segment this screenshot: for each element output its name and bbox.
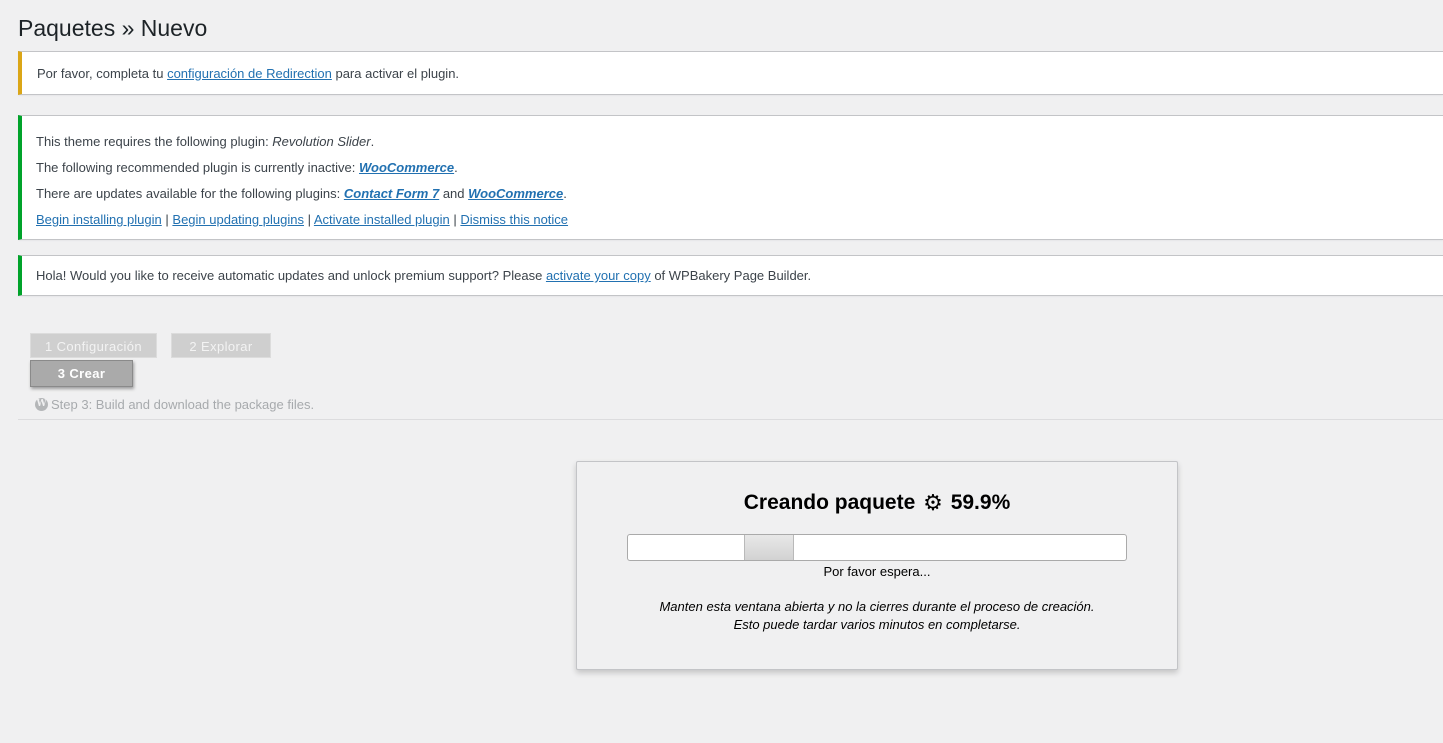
page-title: Paquetes » Nuevo — [18, 15, 208, 41]
plugin-requirements-notice: This theme requires the following plugin… — [18, 115, 1443, 240]
link-separator: | — [453, 212, 457, 227]
required-plugin-line: This theme requires the following plugin… — [36, 132, 1443, 152]
recommended-plugin-line: The following recommended plugin is curr… — [36, 158, 1443, 178]
redirection-notice-prefix: Por favor, completa tu — [37, 66, 168, 81]
link-separator: | — [307, 212, 311, 227]
plugin-updates-suffix: . — [563, 186, 567, 201]
woocommerce-recommended-link[interactable]: WooCommerce — [359, 160, 454, 175]
link-separator: | — [165, 212, 169, 227]
progress-indicator — [744, 535, 794, 560]
redirection-notice: Por favor, completa tu configuración de … — [18, 51, 1443, 95]
step-crear-active: 3 Crear — [30, 360, 133, 387]
dismiss-notice-link[interactable]: Dismiss this notice — [460, 212, 568, 227]
gear-icon: ⚙ — [923, 490, 943, 515]
plugin-updates-line: There are updates available for the foll… — [36, 184, 1443, 204]
required-plugin-suffix: . — [370, 134, 375, 149]
recommended-plugin-suffix: . — [454, 160, 458, 175]
redirection-notice-text: Por favor, completa tu configuración de … — [37, 64, 1443, 84]
contact-form-7-link[interactable]: Contact Form 7 — [344, 186, 439, 201]
build-progress-panel: Creando paquete ⚙ 59.9% Por favor espera… — [576, 461, 1178, 670]
progress-status: Por favor espera... — [823, 564, 931, 579]
woocommerce-update-link[interactable]: WooCommerce — [468, 186, 563, 201]
build-title-text: Creando paquete — [743, 491, 916, 514]
begin-updating-plugins-link[interactable]: Begin updating plugins — [172, 212, 304, 227]
build-percent: 59.9% — [950, 491, 1011, 514]
step-explorar: 2 Explorar — [171, 333, 271, 358]
build-progress-bar — [627, 534, 1127, 561]
plugin-updates-prefix: There are updates available for the foll… — [36, 186, 344, 201]
plugin-updates-and: and — [439, 186, 469, 201]
build-note-line2: Esto puede tardar varios minutos en comp… — [733, 617, 1021, 632]
plugin-actions: Begin installing plugin | Begin updating… — [36, 210, 1443, 230]
wpbakery-notice-text: Hola! Would you like to receive automati… — [36, 266, 1443, 286]
required-plugin-name: Revolution Slider — [272, 134, 371, 149]
build-title: Creando paquete ⚙ 59.9% — [577, 490, 1177, 516]
wpbakery-notice-suffix: of WPBakery Page Builder. — [650, 268, 812, 283]
redirection-settings-link[interactable]: configuración de Redirection — [167, 66, 332, 81]
activate-your-copy-link[interactable]: activate your copy — [546, 268, 651, 283]
wpbakery-notice-prefix: Hola! Would you like to receive automati… — [36, 268, 546, 283]
wpbakery-notice: Hola! Would you like to receive automati… — [18, 255, 1443, 296]
step-description-text: Step 3: Build and download the package f… — [51, 397, 315, 412]
required-plugin-prefix: This theme requires the following plugin… — [36, 134, 273, 149]
redirection-notice-suffix: para activar el plugin. — [331, 66, 460, 81]
step-description: W Step 3: Build and download the package… — [35, 396, 314, 413]
divider — [18, 419, 1443, 420]
begin-installing-plugin-link[interactable]: Begin installing plugin — [36, 212, 162, 227]
wordpress-icon: W — [35, 398, 48, 411]
build-note-line1: Manten esta ventana abierta y no la cier… — [659, 599, 1095, 614]
build-note: Manten esta ventana abierta y no la cier… — [577, 598, 1177, 634]
activate-installed-plugin-link[interactable]: Activate installed plugin — [314, 212, 450, 227]
recommended-plugin-prefix: The following recommended plugin is curr… — [36, 160, 359, 175]
step-configuracion: 1 Configuración — [30, 333, 157, 358]
